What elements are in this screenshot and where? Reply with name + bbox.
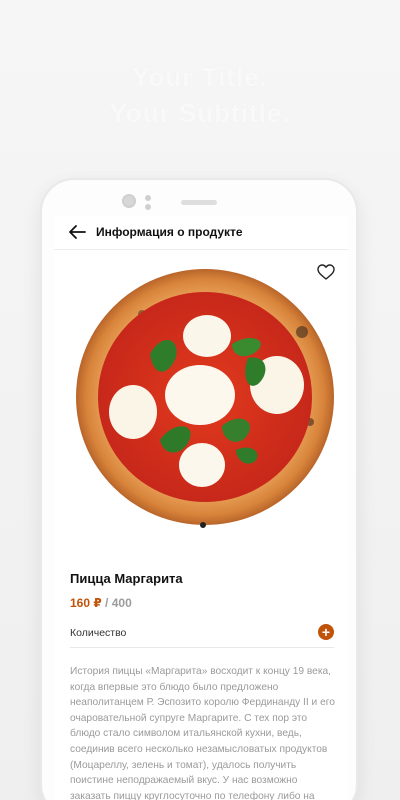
arrow-left-icon[interactable] [68, 224, 86, 240]
app-bar: Информация о продукте [54, 216, 348, 250]
margherita-pizza-image [76, 269, 334, 525]
phone-frame: Информация о продукте Пицца Маргарита 16… [40, 178, 358, 800]
heart-icon[interactable] [317, 264, 335, 280]
sensor-icon [145, 195, 151, 201]
hero-subtitle: Your Subtitle. [109, 98, 291, 128]
quantity-row: Количество + [70, 624, 334, 648]
price-old: 400 [111, 596, 132, 610]
stage: Your Title. Your Subtitle. Информация о … [0, 0, 400, 800]
carousel-indicator[interactable] [200, 522, 206, 528]
product-name: Пицца Маргарита [70, 571, 183, 586]
sensor-icon [145, 204, 151, 210]
product-description: История пиццы «Маргарита» восходит к кон… [70, 666, 335, 800]
app-screen: Информация о продукте Пицца Маргарита 16… [54, 216, 348, 800]
camera-icon [122, 194, 136, 208]
quantity-label: Количество [70, 627, 127, 639]
plus-icon: + [321, 624, 331, 640]
page-title: Информация о продукте [96, 225, 243, 239]
price: 160 ₽ / 400 [70, 596, 132, 610]
price-separator: / [101, 596, 112, 610]
speaker-grille [181, 200, 217, 205]
add-quantity-button[interactable]: + [318, 624, 334, 640]
price-current: 160 ₽ [70, 596, 102, 610]
hero-title: Your Title. [132, 62, 268, 92]
